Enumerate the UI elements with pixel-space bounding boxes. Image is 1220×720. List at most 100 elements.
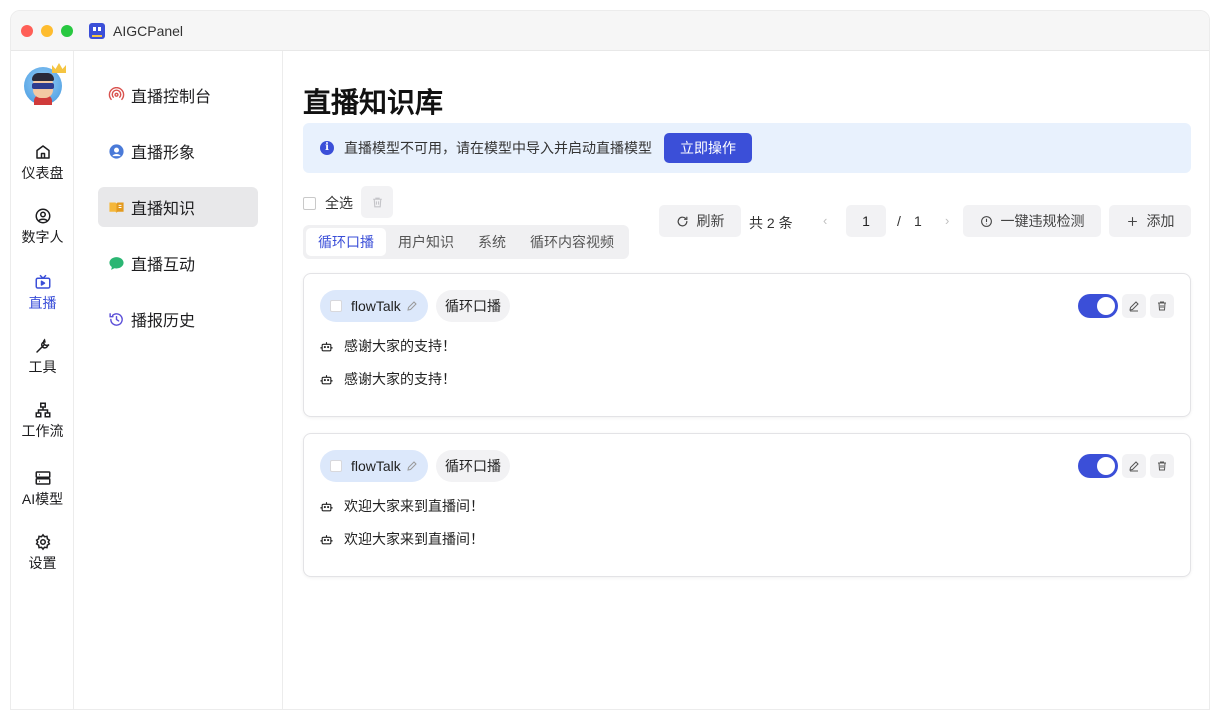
compliance-check-label: 一键违规检测 [1000, 213, 1085, 229]
compliance-check-button[interactable]: 一键违规检测 [963, 205, 1101, 237]
select-all[interactable]: 全选 [303, 193, 353, 213]
total-count: 共 2 条 [749, 215, 793, 231]
title-bar: AIGCPanel [11, 11, 1209, 51]
tab-system[interactable]: 系统 [466, 228, 518, 256]
app-title: AIGCPanel [113, 22, 184, 39]
refresh-button[interactable]: 刷新 [659, 205, 741, 237]
card-checkbox[interactable] [330, 300, 342, 312]
nav-settings[interactable]: 设置 [11, 533, 74, 585]
nav-digital-human[interactable]: 数字人 [11, 207, 74, 259]
robot-icon [320, 341, 333, 351]
select-all-checkbox[interactable] [303, 196, 316, 210]
user-circle-icon [35, 208, 50, 224]
tv-icon [35, 274, 50, 289]
nav-settings-label: 设置 [28, 555, 57, 571]
select-all-label: 全选 [325, 195, 353, 211]
subnav-live-avatar[interactable]: 直播形象 [98, 131, 258, 171]
nav-live[interactable]: 直播 [11, 273, 74, 325]
main-nav-rail: 仪表盘 数字人 直播 工具 工作流 AI模型 设置 [11, 51, 74, 709]
knowledge-line: 欢迎大家来到直播间！ [320, 529, 484, 549]
nav-tools-label: 工具 [28, 359, 57, 375]
page-total: 1 [914, 213, 922, 229]
delete-button[interactable] [1150, 294, 1174, 318]
type-chip: 循环口播 [436, 290, 510, 322]
enable-toggle[interactable] [1078, 294, 1118, 318]
nav-tools[interactable]: 工具 [11, 337, 74, 389]
nav-ai-models[interactable]: AI模型 [11, 469, 74, 521]
trash-icon [372, 197, 382, 207]
gear-icon [35, 533, 50, 551]
knowledge-line: 欢迎大家来到直播间！ [320, 496, 484, 516]
knowledge-text: 欢迎大家来到直播间！ [344, 498, 484, 514]
knowledge-text: 感谢大家的支持！ [344, 338, 456, 354]
robot-icon [320, 374, 333, 384]
tab-loop-video[interactable]: 循环内容视频 [518, 228, 626, 256]
subnav-live-knowledge-label: 直播知识 [131, 201, 196, 218]
pencil-icon[interactable] [406, 300, 418, 312]
card-checkbox[interactable] [330, 460, 342, 472]
avatar[interactable] [24, 63, 66, 105]
nav-dashboard-label: 仪表盘 [21, 165, 64, 181]
app-window: AIGCPanel 仪表盘 数字人 直播 工具 工作流 AI模型 设置 直播控制… [10, 10, 1210, 710]
subnav-live-knowledge[interactable]: 直播知识 [98, 187, 258, 227]
live-sub-nav: 直播控制台 直播形象 直播知识 直播互动 播报历史 [74, 51, 283, 709]
edit-button[interactable] [1122, 294, 1146, 318]
subnav-broadcast-history-label: 播报历史 [131, 313, 196, 330]
bulk-delete-button[interactable] [361, 186, 393, 218]
subnav-live-interaction[interactable]: 直播互动 [98, 243, 258, 283]
alert-text: 直播模型不可用，请在模型中导入并启动直播模型 [344, 140, 652, 156]
server-icon [35, 471, 50, 485]
user-chip[interactable]: flowTalk [320, 290, 428, 322]
nav-digital-human-label: 数字人 [21, 229, 64, 245]
minimize-window-button[interactable] [41, 24, 53, 37]
nav-workflow[interactable]: 工作流 [11, 401, 74, 453]
subnav-live-console[interactable]: 直播控制台 [98, 75, 258, 115]
user-name: flowTalk [351, 458, 401, 474]
tab-loop-broadcast[interactable]: 循环口播 [306, 228, 386, 256]
robot-icon [320, 534, 333, 544]
chat-icon [109, 256, 124, 270]
knowledge-card: flowTalk 循环口播 欢迎大家来到直播间！ 欢迎大家来到直播间！ [303, 433, 1191, 577]
type-chip: 循环口播 [436, 450, 510, 482]
knowledge-card: flowTalk 循环口播 感谢大家的支持！ 感谢大家的支持！ [303, 273, 1191, 417]
page-separator: / [897, 213, 901, 229]
history-icon [109, 312, 123, 326]
user-name: flowTalk [351, 298, 401, 314]
subnav-live-console-label: 直播控制台 [131, 89, 212, 106]
book-icon [109, 202, 124, 213]
edit-icon [1129, 461, 1139, 472]
add-label: 添加 [1146, 213, 1175, 229]
close-window-button[interactable] [21, 24, 33, 37]
next-page-button[interactable]: › [945, 213, 949, 228]
page-title: 直播知识库 [303, 87, 444, 118]
knowledge-line: 感谢大家的支持！ [320, 336, 456, 356]
app-logo-icon [89, 22, 105, 39]
edit-button[interactable] [1122, 454, 1146, 478]
delete-button[interactable] [1150, 454, 1174, 478]
operate-now-button[interactable]: 立即操作 [664, 133, 752, 163]
maximize-window-button[interactable] [61, 24, 73, 37]
add-button[interactable]: 添加 [1109, 205, 1191, 237]
knowledge-line: 感谢大家的支持！ [320, 369, 456, 389]
main-content: 直播知识库 i 直播模型不可用，请在模型中导入并启动直播模型 立即操作 全选 循… [283, 51, 1209, 709]
plus-icon [1127, 216, 1137, 226]
info-icon: i [320, 141, 334, 155]
nav-dashboard[interactable]: 仪表盘 [11, 143, 74, 195]
model-unavailable-alert: i 直播模型不可用，请在模型中导入并启动直播模型 立即操作 [303, 123, 1191, 173]
page-input[interactable]: 1 [846, 205, 886, 237]
enable-toggle[interactable] [1078, 454, 1118, 478]
subnav-live-avatar-label: 直播形象 [131, 145, 196, 162]
tab-user-knowledge[interactable]: 用户知识 [386, 228, 466, 256]
user-chip[interactable]: flowTalk [320, 450, 428, 482]
pencil-icon[interactable] [406, 460, 418, 472]
knowledge-text: 感谢大家的支持！ [344, 371, 456, 387]
nav-ai-models-label: AI模型 [21, 491, 64, 507]
workflow-icon [35, 402, 50, 418]
edit-icon [1129, 301, 1139, 312]
prev-page-button[interactable]: ‹ [823, 213, 827, 228]
subnav-live-interaction-label: 直播互动 [131, 257, 196, 274]
nav-workflow-label: 工作流 [21, 423, 64, 439]
wrench-icon [35, 338, 50, 353]
subnav-broadcast-history[interactable]: 播报历史 [98, 299, 258, 339]
nav-live-label: 直播 [28, 295, 57, 311]
